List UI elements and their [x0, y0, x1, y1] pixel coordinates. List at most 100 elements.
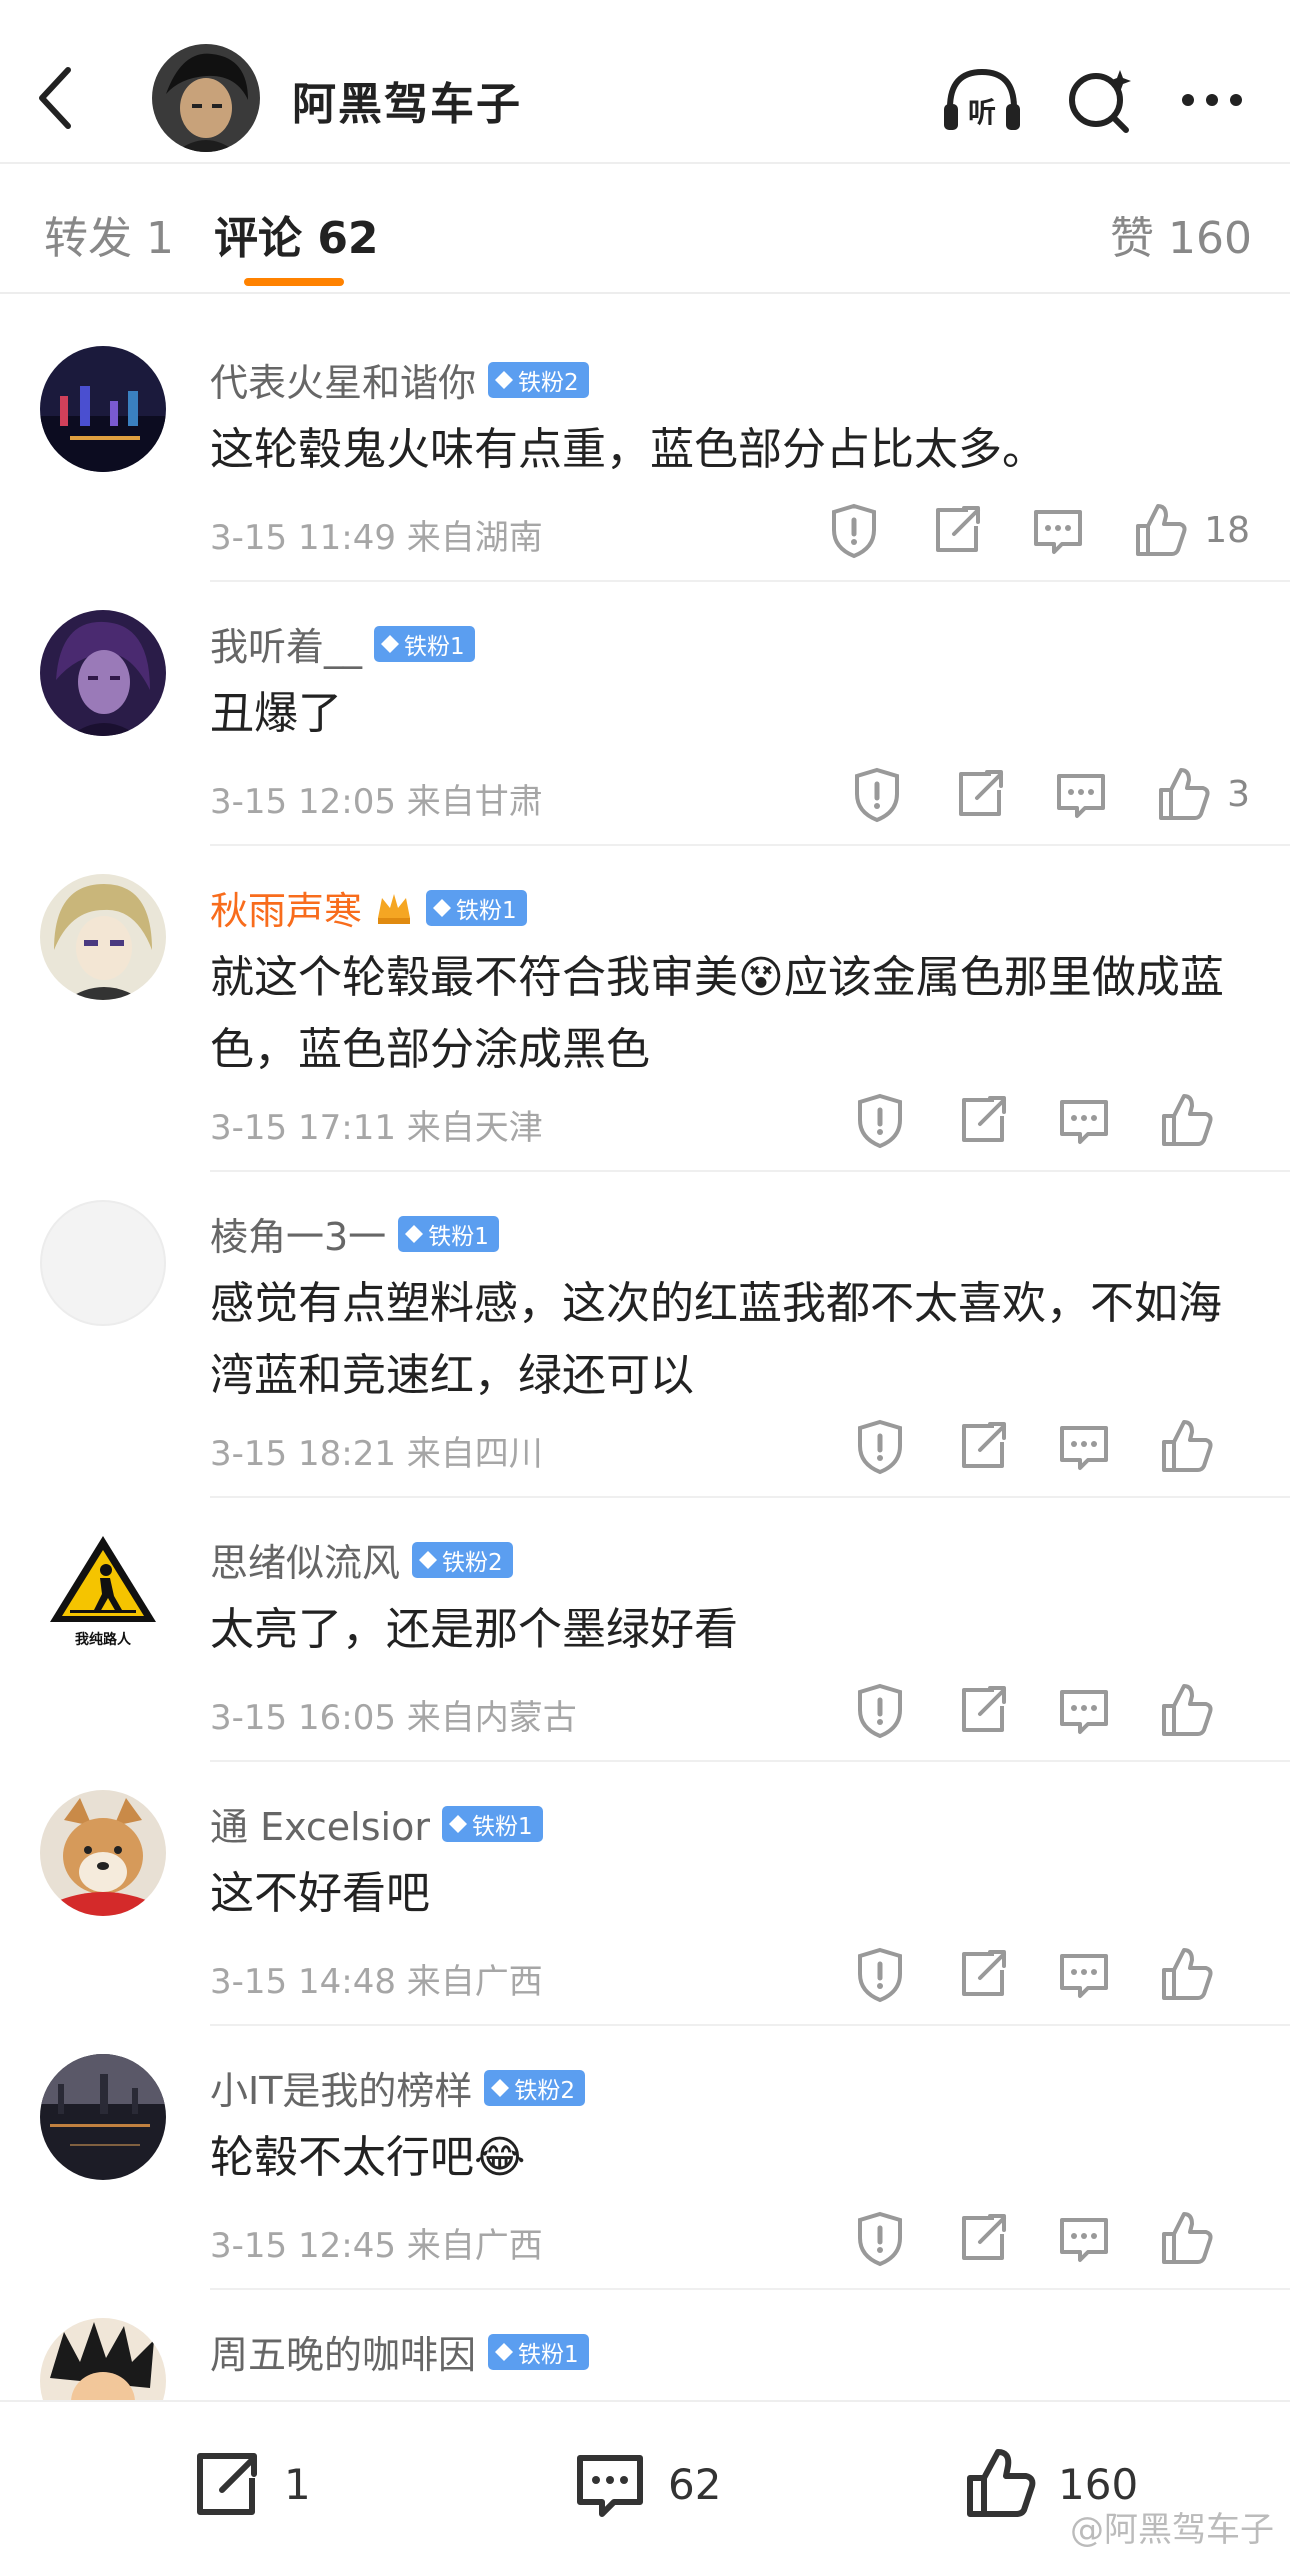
comment-meta: 3-15 17:11 来自天津	[210, 1108, 543, 1148]
commenter-name[interactable]: 秋雨声寒	[210, 880, 362, 935]
report-shield-icon[interactable]	[822, 498, 886, 562]
commenter-avatar[interactable]	[40, 610, 166, 736]
reply-bubble-icon[interactable]	[1026, 498, 1090, 562]
report-shield-icon[interactable]	[848, 2206, 912, 2270]
thumb-up-icon[interactable]	[1151, 762, 1215, 826]
avatar-caption: 我纯路人	[75, 1631, 132, 1648]
fan-badge: 铁粉1	[426, 889, 527, 926]
fan-badge: 铁粉1	[398, 1215, 499, 1252]
search-button[interactable]	[1060, 64, 1144, 136]
fan-badge: 铁粉1	[488, 2333, 589, 2370]
fan-badge: 铁粉2	[412, 1541, 513, 1578]
thumb-up-icon[interactable]	[1154, 1088, 1218, 1152]
diamond-icon	[495, 2342, 514, 2361]
fan-badge-label: 铁粉1	[456, 897, 517, 924]
report-shield-icon[interactable]	[848, 1678, 912, 1742]
report-shield-icon[interactable]	[848, 1942, 912, 2006]
diamond-icon	[448, 1814, 467, 1833]
listen-button[interactable]: 听	[940, 64, 1024, 136]
commenter-name[interactable]: 代表火星和谐你	[210, 352, 476, 407]
comment-actions	[810, 1678, 1250, 1742]
reply-bubble-icon[interactable]	[1052, 2206, 1116, 2270]
comment-divider	[210, 1170, 1290, 1172]
report-shield-icon[interactable]	[848, 1088, 912, 1152]
commenter-name-row: 我听着__ 铁粉1	[210, 616, 475, 671]
reply-bubble-icon[interactable]	[1052, 1088, 1116, 1152]
commenter-name[interactable]: 周五晚的咖啡因	[210, 2324, 476, 2379]
share-icon[interactable]	[947, 762, 1011, 826]
commenter-name[interactable]: 我听着__	[210, 616, 362, 671]
comment-actions: 18	[784, 498, 1250, 562]
fan-badge-label: 铁粉2	[518, 369, 579, 396]
commenter-avatar[interactable]	[40, 346, 166, 472]
comment-divider	[210, 844, 1290, 846]
commenter-name[interactable]: 棱角一3一	[210, 1206, 386, 1261]
report-shield-icon[interactable]	[845, 762, 909, 826]
author-avatar[interactable]	[152, 44, 260, 152]
comment-actions	[810, 2206, 1250, 2270]
thumb-up-icon[interactable]	[1154, 1414, 1218, 1478]
comment-text: 这不好看吧	[210, 1868, 430, 1919]
comment-text: 轮毂不太行吧😂	[210, 2132, 526, 2183]
commenter-avatar[interactable]	[40, 1790, 166, 1916]
tab-repost[interactable]: 转发 1	[44, 202, 174, 266]
comment-meta: 3-15 12:45 来自广西	[210, 2226, 543, 2266]
reply-bubble-icon[interactable]	[1049, 762, 1113, 826]
reply-bubble-icon[interactable]	[1052, 1414, 1116, 1478]
commenter-name-row: 思绪似流风 铁粉2	[210, 1532, 513, 1587]
comment-text: 太亮了，还是那个墨绿好看	[210, 1604, 738, 1655]
fan-badge: 铁粉1	[374, 625, 475, 662]
commenter-name[interactable]: 小IT是我的榜样	[210, 2060, 472, 2115]
share-icon[interactable]	[950, 1678, 1014, 1742]
share-icon[interactable]	[924, 498, 988, 562]
share-icon[interactable]	[950, 1942, 1014, 2006]
bottom-action-bar: 1 62 160 @阿黑驾车子	[0, 2400, 1290, 2550]
comment-text: 这轮毂鬼火味有点重，蓝色部分占比太多。	[210, 424, 1046, 475]
commenter-avatar[interactable]	[40, 1200, 166, 1326]
commenter-avatar[interactable]	[40, 2054, 166, 2180]
comment-divider	[210, 2288, 1290, 2290]
comment-count: 62	[668, 2459, 722, 2509]
diamond-icon	[433, 898, 452, 917]
share-icon[interactable]	[950, 2206, 1014, 2270]
comment-divider	[210, 1496, 1290, 1498]
share-icon[interactable]	[950, 1088, 1014, 1152]
report-shield-icon[interactable]	[848, 1414, 912, 1478]
watermark: @阿黑驾车子	[1070, 2510, 1274, 2550]
commenter-avatar[interactable]	[40, 874, 166, 1000]
diamond-icon	[491, 2078, 510, 2097]
more-button[interactable]	[1172, 64, 1256, 136]
commenter-name[interactable]: 思绪似流风	[210, 1532, 400, 1587]
reply-bubble-icon[interactable]	[1052, 1678, 1116, 1742]
comment-button[interactable]: 62	[570, 2444, 721, 2524]
commenter-name-row: 周五晚的咖啡因 铁粉1	[210, 2324, 589, 2379]
comment-divider	[210, 580, 1290, 582]
more-dots-icon	[1182, 94, 1242, 106]
thumb-up-icon[interactable]	[1128, 498, 1192, 562]
commenter-name-row: 代表火星和谐你 铁粉2	[210, 352, 589, 407]
commenter-name[interactable]: 通 Excelsior	[210, 1796, 430, 1851]
commenter-avatar[interactable]: 我纯路人	[40, 1526, 166, 1652]
back-arrow-icon[interactable]	[28, 62, 84, 134]
thumb-up-icon[interactable]	[1154, 2206, 1218, 2270]
author-name[interactable]: 阿黑驾车子	[292, 68, 522, 132]
thumb-up-icon[interactable]	[1154, 1942, 1218, 2006]
commenter-name-row: 通 Excelsior 铁粉1	[210, 1796, 543, 1851]
comment-divider	[210, 1760, 1290, 1762]
comment-text: 丑爆了	[210, 688, 342, 739]
repost-button[interactable]: 1	[186, 2444, 311, 2524]
comment-meta: 3-15 14:48 来自广西	[210, 1962, 543, 2002]
repost-count: 1	[284, 2459, 311, 2509]
thumb-up-icon[interactable]	[1154, 1678, 1218, 1742]
tab-likes[interactable]: 赞 160	[1110, 202, 1252, 266]
tab-comments[interactable]: 评论 62	[214, 202, 379, 266]
commenter-name-row: 秋雨声寒 铁粉1	[210, 880, 527, 935]
share-icon[interactable]	[950, 1414, 1014, 1478]
comment-meta: 3-15 16:05 来自内蒙古	[210, 1698, 577, 1738]
crown-icon	[378, 893, 411, 924]
reply-bubble-icon[interactable]	[1052, 1942, 1116, 2006]
fan-badge: 铁粉2	[484, 2069, 586, 2106]
headphones-icon: 听	[944, 68, 1020, 130]
fan-badge-label: 铁粉1	[404, 633, 465, 660]
fan-badge-label: 铁粉2	[514, 2077, 576, 2104]
